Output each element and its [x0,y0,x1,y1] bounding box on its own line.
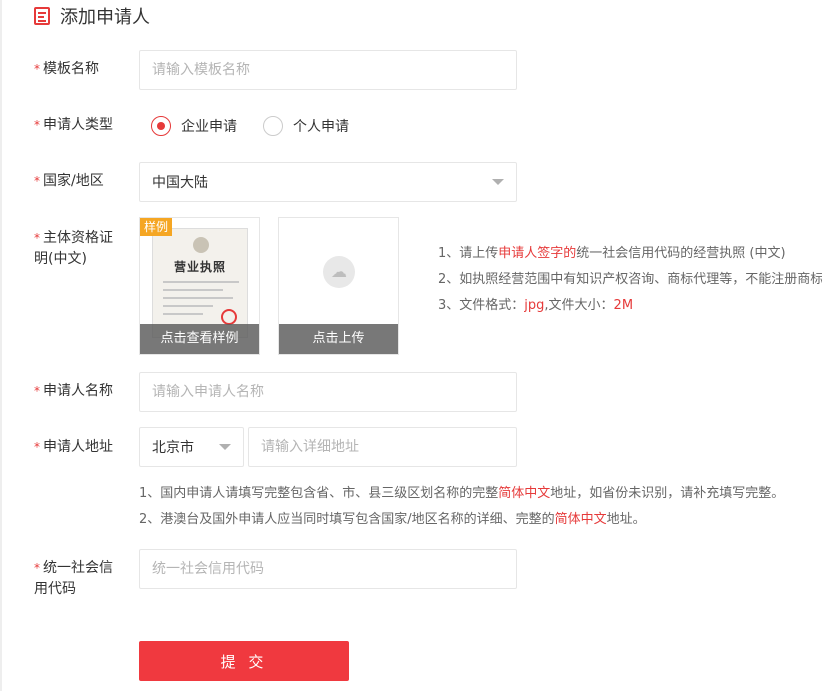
detail-address-input[interactable] [248,427,517,467]
credit-code-label: * 统一社会信 用代码 [34,558,124,600]
region-value: 中国大陆 [152,175,208,191]
label-text: 模板名称 [43,61,99,77]
region-select[interactable]: 中国大陆 [139,162,517,202]
address-note-2: 2、港澳台及国外申请人应当同时填写包含国家/地区名称的详细、完整的简体中文地址。 [139,512,646,527]
label-text: 申请人类型 [43,117,113,133]
required-mark: * [34,231,40,245]
required-mark: * [34,118,40,132]
sample-license-thumbnail[interactable]: 样例 营业执照 点击查看样例 [139,217,260,355]
label-text: 明(中文) [34,251,87,267]
upload-cloud-icon: ☁ [323,256,355,288]
license-note-2: 2、如执照经营范围中有知识产权咨询、商标代理等，不能注册商标。 [438,272,822,287]
applicant-type-label: * 申请人类型 [34,115,124,136]
address-note-1: 1、国内申请人请填写完整包含省、市、县三级区划名称的完整简体中文地址，如省份未识… [139,486,785,501]
label-text: 统一社会信 [43,560,113,576]
sample-tag: 样例 [140,218,173,236]
applicant-name-label: * 申请人名称 [34,381,124,402]
radio-label: 企业申请 [181,119,237,135]
radio-unchecked-icon [263,116,283,136]
template-name-input[interactable] [139,50,517,90]
license-notes: 1、请上传申请人签字的统一社会信用代码的经营执照 (中文) 2、如执照经营范围中… [438,241,822,319]
region-label: * 国家/地区 [34,171,124,192]
page-header: 添加申请人 [34,4,150,28]
chevron-down-icon [219,444,231,450]
label-text: 申请人名称 [43,383,113,399]
required-mark: * [34,440,40,454]
required-mark: * [34,174,40,188]
upload-box[interactable]: ☁ 点击上传 [278,217,399,355]
license-label: * 主体资格证 明(中文) [34,228,124,270]
applicant-type-radio-group: 企业申请 个人申请 [151,115,375,137]
license-title: 营业执照 [173,260,226,274]
emblem-icon [193,237,209,253]
view-sample-caption: 点击查看样例 [140,324,259,354]
upload-caption: 点击上传 [279,324,398,354]
label-text: 申请人地址 [43,439,113,455]
document-icon [34,7,50,25]
credit-code-input[interactable] [139,549,517,589]
city-select[interactable]: 北京市 [139,427,244,467]
required-mark: * [34,62,40,76]
applicant-name-input[interactable] [139,372,517,412]
required-mark: * [34,384,40,398]
license-note-3: 3、文件格式：jpg,文件大小：2M [438,298,634,313]
left-border [0,0,2,691]
template-name-label: * 模板名称 [34,59,124,80]
label-text: 主体资格证 [43,230,113,246]
radio-individual[interactable]: 个人申请 [263,116,349,136]
chevron-down-icon [492,179,504,185]
label-text: 用代码 [34,581,76,597]
radio-label: 个人申请 [293,119,349,135]
page-title: 添加申请人 [60,7,150,28]
required-mark: * [34,561,40,575]
license-sample-image: 营业执照 [152,228,248,338]
submit-button[interactable]: 提 交 [139,641,349,681]
label-text: 国家/地区 [43,173,104,189]
radio-checked-icon [151,116,171,136]
radio-enterprise[interactable]: 企业申请 [151,116,237,136]
city-value: 北京市 [152,440,194,456]
address-notes: 1、国内申请人请填写完整包含省、市、县三级区划名称的完整简体中文地址，如省份未识… [139,481,784,533]
stamp-icon [221,309,237,325]
license-note-1: 1、请上传申请人签字的统一社会信用代码的经营执照 (中文) [438,246,786,261]
applicant-address-label: * 申请人地址 [34,437,124,458]
